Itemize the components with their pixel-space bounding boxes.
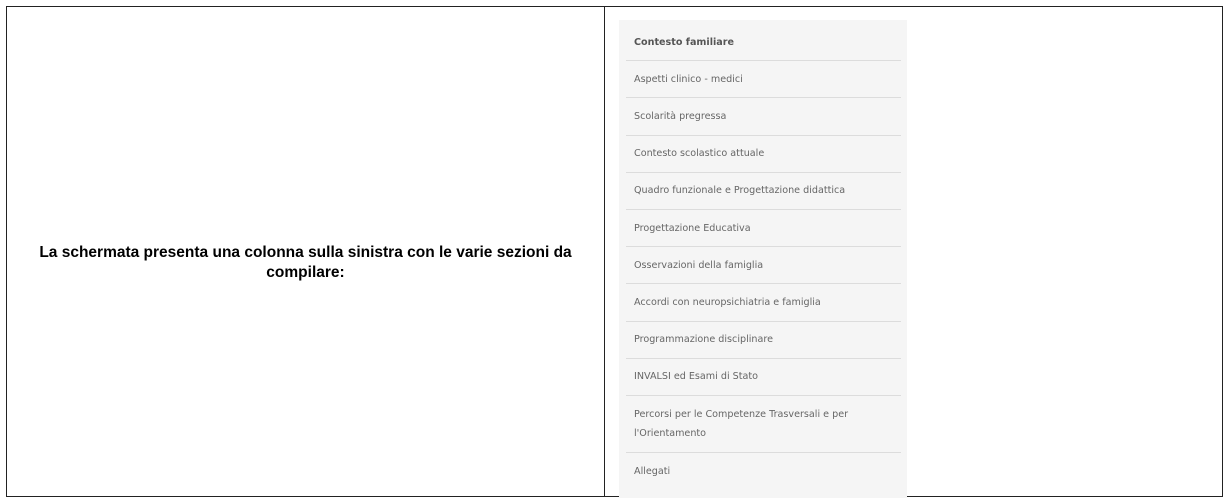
menu-item-invalsi-esami[interactable]: INVALSI ed Esami di Stato [626,359,901,396]
menu-item-accordi-neuropsichiatria[interactable]: Accordi con neuropsichiatria e famiglia [626,284,901,322]
menu-item-aspetti-clinico-medici[interactable]: Aspetti clinico - medici [626,61,901,99]
menu-item-osservazioni-famiglia[interactable]: Osservazioni della famiglia [626,247,901,285]
section-menu: Contesto familiare Aspetti clinico - med… [619,20,907,490]
caption-cell: La schermata presenta una colonna sulla … [7,7,605,496]
section-menu-screenshot: Contesto familiare Aspetti clinico - med… [619,20,907,498]
menu-item-progettazione-educativa[interactable]: Progettazione Educativa [626,210,901,248]
menu-item-scolarita-pregressa[interactable]: Scolarità pregressa [626,98,901,136]
menu-item-contesto-familiare[interactable]: Contesto familiare [626,24,901,62]
menu-item-programmazione-disciplinare[interactable]: Programmazione disciplinare [626,322,901,359]
menu-item-contesto-scolastico-attuale[interactable]: Contesto scolastico attuale [626,136,901,173]
menu-item-pcto[interactable]: Percorsi per le Competenze Trasversali e… [626,396,901,453]
caption-text: La schermata presenta una colonna sulla … [39,243,572,281]
screenshot-cell: Contesto familiare Aspetti clinico - med… [605,7,1222,498]
menu-item-allegati[interactable]: Allegati [626,453,901,490]
menu-item-quadro-funzionale[interactable]: Quadro funzionale e Progettazione didatt… [626,173,901,210]
document-table: La schermata presenta una colonna sulla … [6,6,1223,498]
